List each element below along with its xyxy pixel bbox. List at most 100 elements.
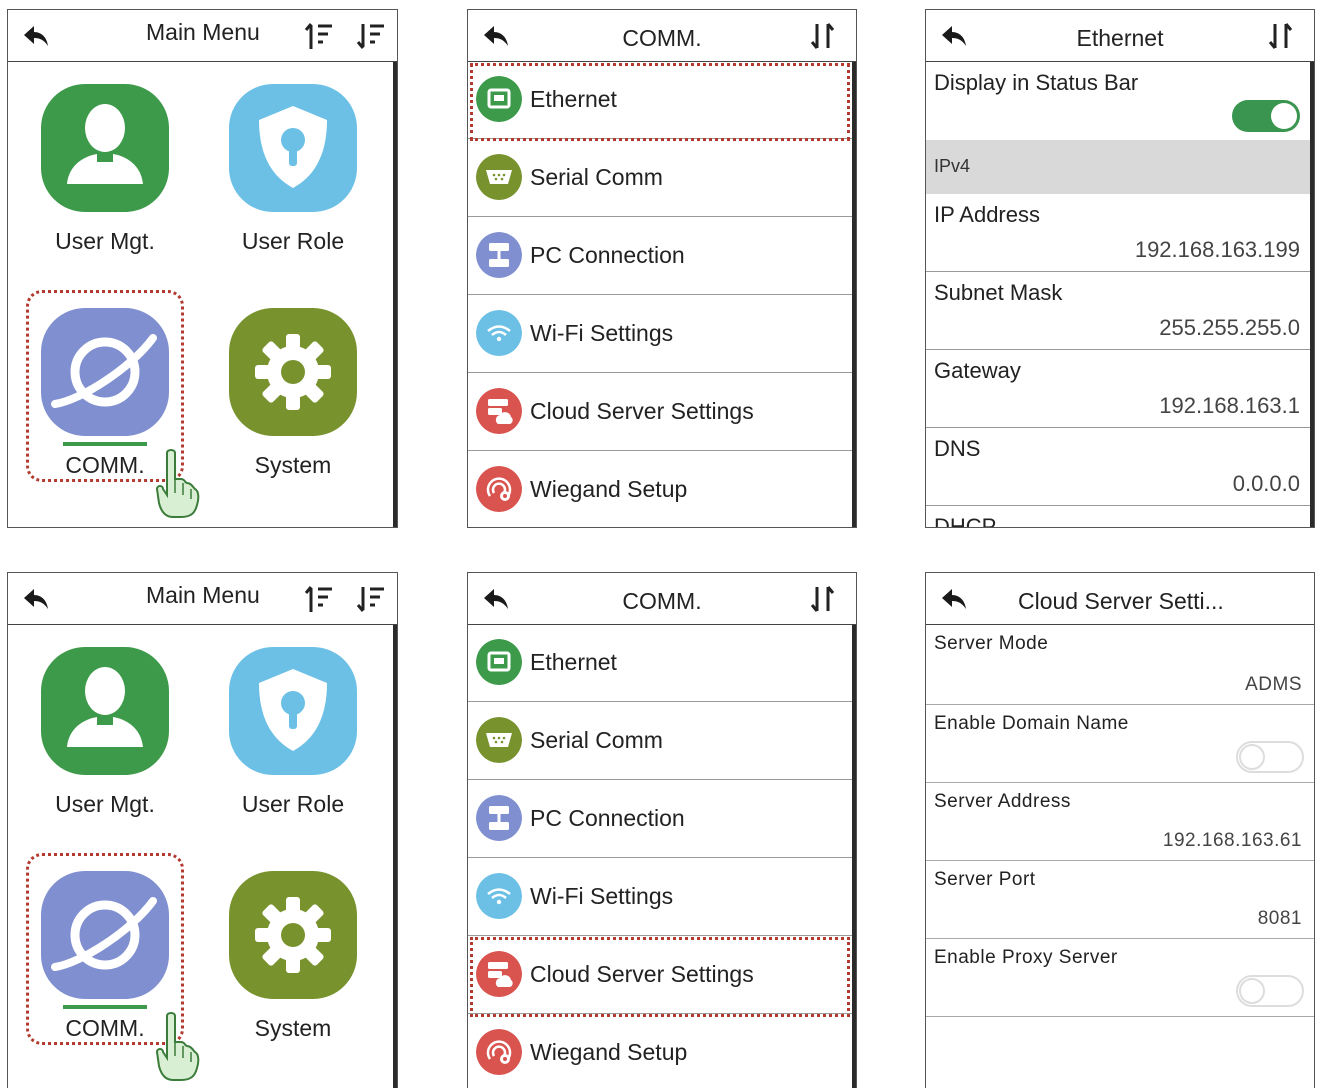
main-menu-header: Main Menu [8, 573, 397, 625]
comm-item-label: PC Connection [530, 805, 685, 831]
comm-item-label: Wiegand Setup [530, 476, 688, 502]
toggle-knob [1271, 103, 1297, 129]
back-arrow-icon[interactable] [22, 587, 50, 611]
enable-domain-name-row[interactable]: Enable Domain Name [926, 705, 1314, 783]
shield-icon [229, 84, 357, 212]
back-arrow-icon[interactable] [482, 24, 510, 48]
comm-item-label: Ethernet [530, 649, 617, 675]
tile-label: User Role [241, 228, 345, 254]
comm-panel-bottom: COMM. Ethernet Serial Comm PC Connection Wi… [467, 572, 857, 1088]
row-label: IP Address [934, 202, 1040, 227]
dns-row[interactable]: DNS 0.0.0.0 [926, 428, 1310, 506]
hand-pointer-icon [151, 1007, 201, 1087]
comm-item-label: Serial Comm [530, 727, 663, 753]
shield-icon [229, 647, 357, 775]
server-port-row[interactable]: Server Port 8081 [926, 861, 1314, 939]
comm-item-wiegand-setup[interactable]: Wiegand Setup [468, 1015, 852, 1088]
server-mode-row[interactable]: Server Mode ADMS [926, 625, 1314, 705]
planet-icon [41, 871, 169, 999]
sort-descending-icon[interactable] [356, 21, 386, 51]
dhcp-row[interactable]: DHCP [926, 506, 1310, 528]
tile-user-mgt[interactable]: User Mgt. [30, 84, 180, 255]
tile-label: User Mgt. [55, 791, 155, 817]
row-value: 0.0.0.0 [1232, 471, 1300, 496]
page-title: Ethernet [1076, 25, 1164, 51]
scrollbar[interactable] [393, 625, 397, 1088]
tile-label: System [254, 452, 332, 478]
tile-label: System [254, 1015, 332, 1041]
scrollbar[interactable] [852, 62, 856, 527]
row-label: Server Address [934, 791, 1071, 812]
selected-underline [63, 1005, 147, 1009]
comm-item-serial-comm[interactable]: Serial Comm [468, 703, 852, 780]
back-arrow-icon[interactable] [940, 587, 968, 611]
sort-toggle-icon[interactable] [808, 21, 838, 51]
ipv4-section-header: IPv4 [926, 140, 1310, 194]
display-status-bar-row[interactable]: Display in Status Bar [926, 62, 1310, 140]
sort-toggle-icon[interactable] [808, 584, 838, 614]
selection-highlight [470, 63, 850, 141]
back-arrow-icon[interactable] [940, 24, 968, 48]
ip-address-row[interactable]: IP Address 192.168.163.199 [926, 194, 1310, 272]
section-label: IPv4 [934, 156, 971, 176]
comm-item-wi-fi-settings[interactable]: Wi-Fi Settings [468, 296, 852, 373]
back-arrow-icon[interactable] [22, 24, 50, 48]
server-address-row[interactable]: Server Address 192.168.163.61 [926, 783, 1314, 861]
row-value: 192.168.163.199 [1134, 237, 1300, 262]
row-label: Server Port [934, 869, 1036, 890]
status-bar-toggle[interactable] [1232, 100, 1300, 132]
sort-toggle-icon[interactable] [1266, 21, 1296, 51]
row-label: Subnet Mask [934, 280, 1063, 305]
row-value: ADMS [1245, 674, 1302, 695]
cloud-server-panel: Cloud Server Setti... Server Mode ADMS E… [925, 572, 1315, 1088]
comm-item-ethernet[interactable]: Ethernet [468, 625, 852, 702]
page-title: COMM. [622, 588, 702, 614]
domain-name-toggle[interactable] [1236, 741, 1304, 773]
cloud-server-icon [476, 388, 522, 434]
row-label: DHCP [934, 514, 997, 528]
comm-item-wi-fi-settings[interactable]: Wi-Fi Settings [468, 859, 852, 936]
hand-pointer-icon [151, 444, 201, 524]
proxy-server-toggle[interactable] [1236, 975, 1304, 1007]
comm-item-label: Wi-Fi Settings [530, 883, 674, 909]
scrollbar[interactable] [393, 62, 397, 527]
comm-item-pc-connection[interactable]: PC Connection [468, 781, 852, 858]
comm-item-cloud-server-settings[interactable]: Cloud Server Settings [468, 374, 852, 451]
main-menu-panel-top: Main Menu User Mgt. User Role COMM. Syst… [7, 9, 398, 528]
user-icon [41, 647, 169, 775]
comm-item-label: Wiegand Setup [530, 1039, 688, 1065]
scrollbar[interactable] [1310, 62, 1314, 527]
scrollbar[interactable] [852, 625, 856, 1088]
row-value: 255.255.255.0 [1159, 315, 1300, 340]
comm-item-pc-connection[interactable]: PC Connection [468, 218, 852, 295]
comm-item-label: Cloud Server Settings [530, 398, 754, 424]
wifi-icon [476, 310, 522, 356]
back-arrow-icon[interactable] [482, 587, 510, 611]
tile-system[interactable]: System [218, 308, 368, 479]
enable-proxy-server-row[interactable]: Enable Proxy Server [926, 939, 1314, 1017]
wiegand-icon [476, 466, 522, 512]
comm-item-wiegand-setup[interactable]: Wiegand Setup [468, 452, 852, 527]
row-label: Enable Proxy Server [934, 947, 1118, 968]
gateway-row[interactable]: Gateway 192.168.163.1 [926, 350, 1310, 428]
tile-user-mgt[interactable]: User Mgt. [30, 647, 180, 818]
comm-header: COMM. [468, 573, 856, 625]
tile-user-role[interactable]: User Role [218, 647, 368, 818]
toggle-knob [1239, 978, 1265, 1004]
main-menu-panel-bottom: Main Menu User Mgt. User Role COMM. Syst… [7, 572, 398, 1088]
tile-user-role[interactable]: User Role [218, 84, 368, 255]
sort-descending-icon[interactable] [356, 584, 386, 614]
sort-ascending-icon[interactable] [304, 584, 334, 614]
ethernet-header: Ethernet [926, 10, 1314, 62]
row-label: Display in Status Bar [934, 70, 1139, 95]
subnet-mask-row[interactable]: Subnet Mask 255.255.255.0 [926, 272, 1310, 350]
tile-system[interactable]: System [218, 871, 368, 1042]
toggle-knob [1239, 744, 1265, 770]
comm-item-label: Wi-Fi Settings [530, 320, 674, 346]
sort-ascending-icon[interactable] [304, 21, 334, 51]
comm-item-serial-comm[interactable]: Serial Comm [468, 140, 852, 217]
ethernet-panel: Ethernet Display in Status Bar IPv4 IP A… [925, 9, 1315, 528]
tile-label: User Mgt. [55, 228, 155, 254]
serial-icon [476, 154, 522, 200]
selection-highlight [470, 937, 850, 1017]
